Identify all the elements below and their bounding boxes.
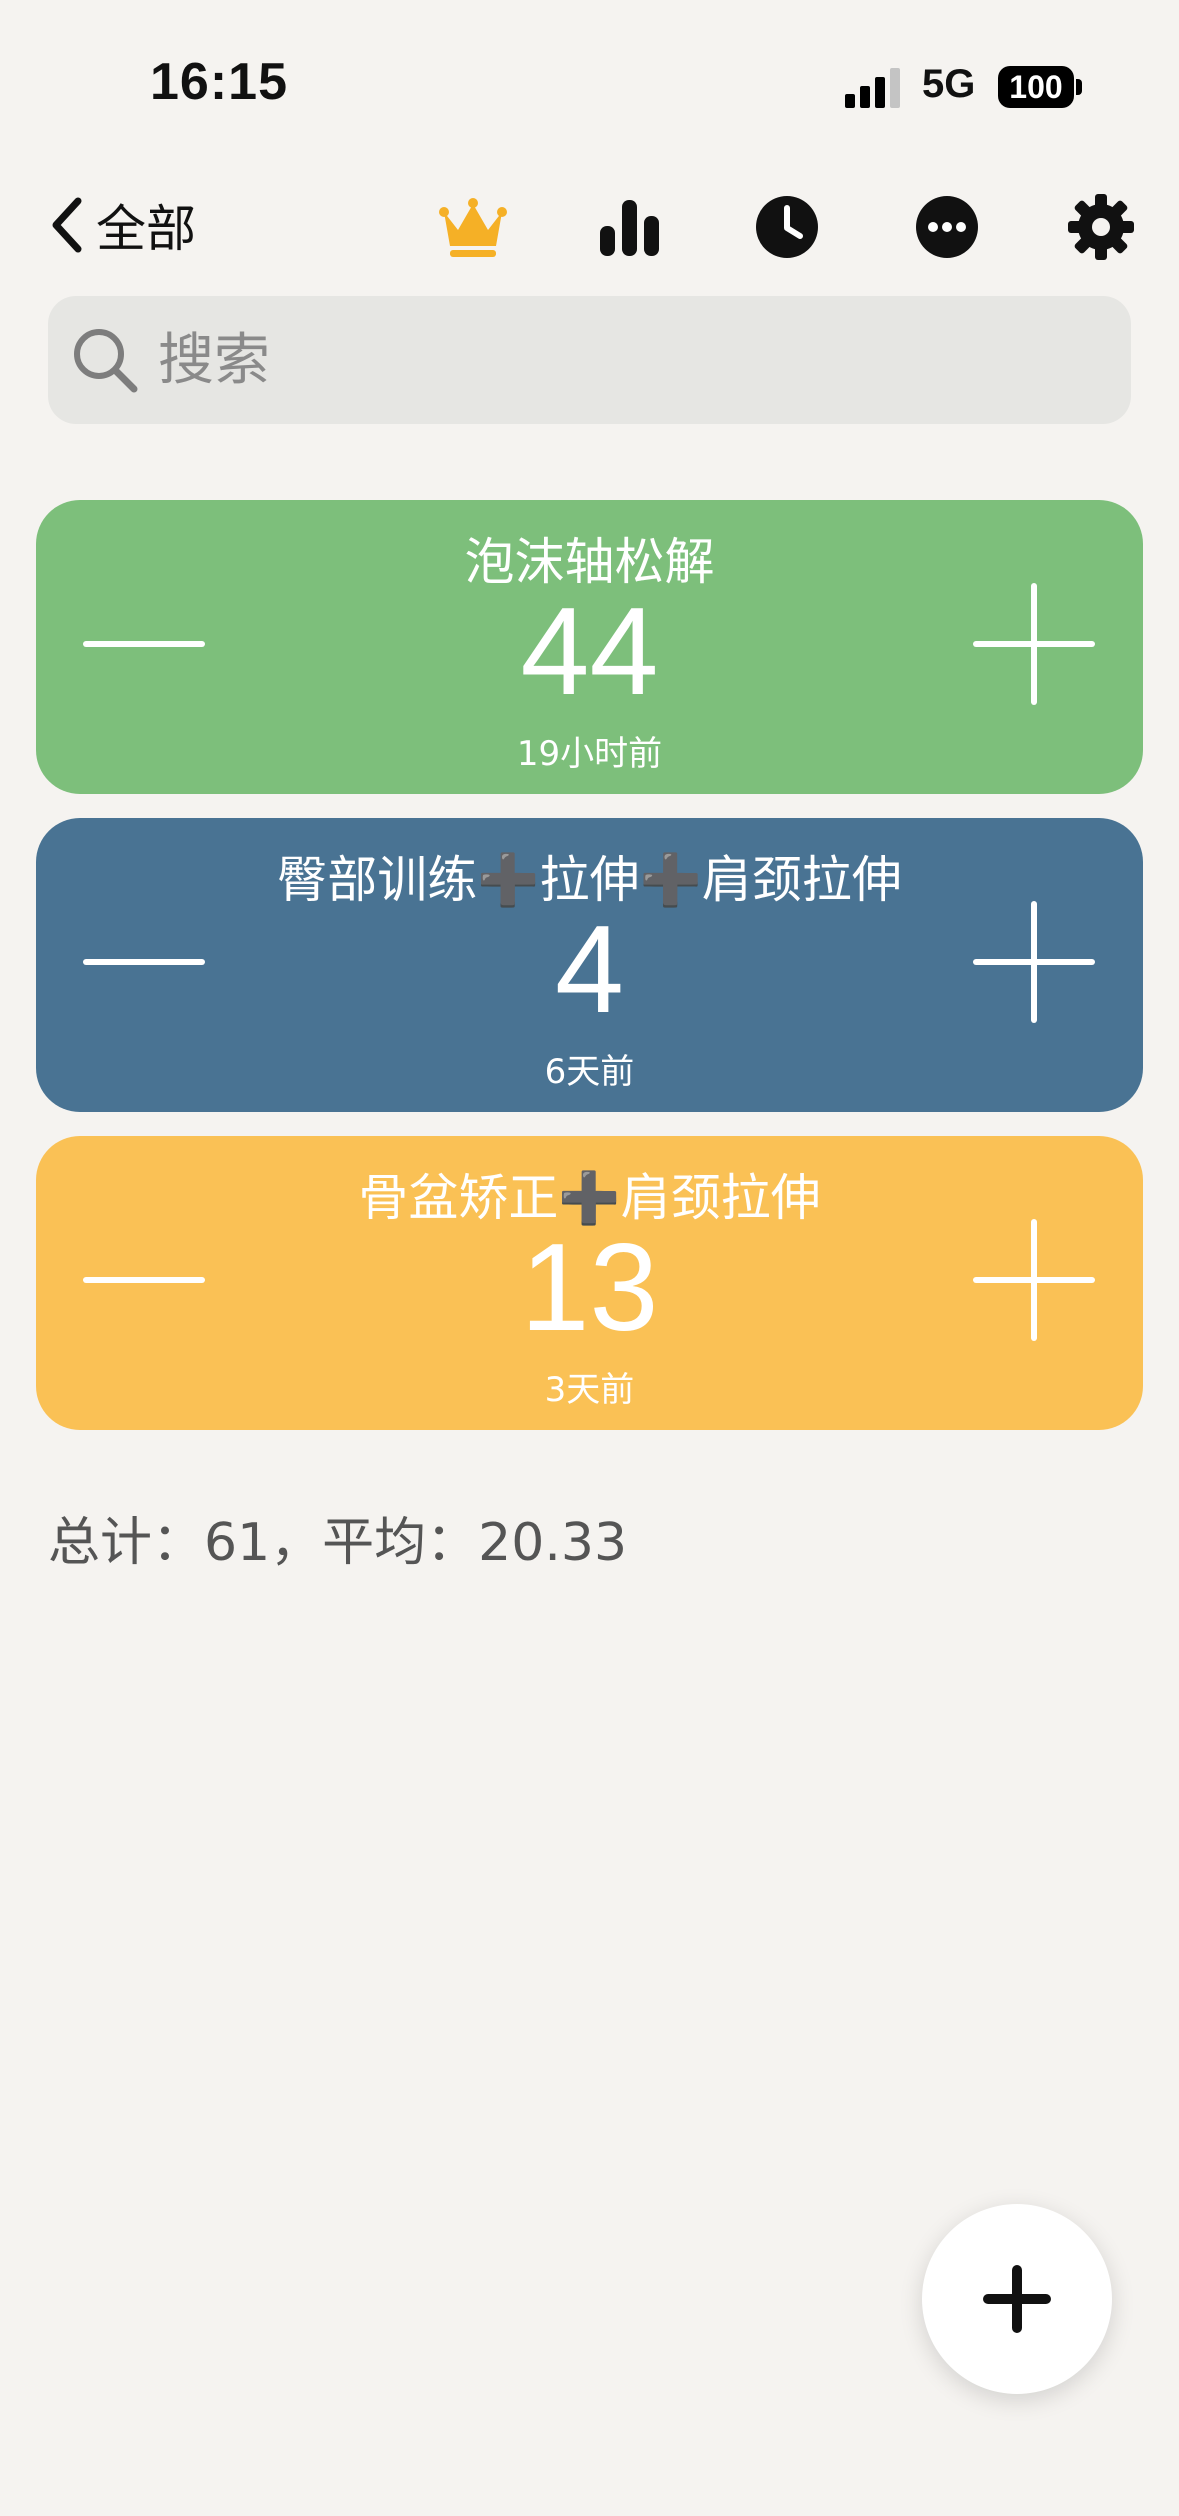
counter-last-updated: 19小时前 — [516, 734, 663, 774]
increment-button[interactable] — [972, 1218, 1096, 1342]
status-bar: 16:15 5G 100 — [0, 0, 1179, 170]
clock-icon[interactable] — [752, 192, 822, 262]
counter-card[interactable]: 泡沫轴松解 44 19小时前 — [36, 500, 1143, 794]
counter-last-updated: 3天前 — [544, 1370, 635, 1410]
status-time: 16:15 — [150, 53, 288, 111]
battery-icon: 100 — [998, 66, 1082, 108]
crown-icon[interactable] — [438, 192, 508, 262]
add-counter-button[interactable] — [922, 2204, 1112, 2394]
chevron-left-icon — [52, 197, 82, 253]
plus-icon — [973, 901, 1095, 1023]
bar-chart-icon[interactable] — [594, 192, 664, 262]
search-bar[interactable] — [48, 296, 1131, 424]
battery-level: 100 — [998, 66, 1074, 108]
app-screen: 16:15 5G 100 全部 搜索 泡沫轴松解 44 19小时前 臀部训练➕拉… — [0, 0, 1179, 2516]
back-label: 全部 — [96, 200, 196, 258]
counter-card[interactable]: 骨盆矫正➕肩颈拉伸 13 3天前 — [36, 1136, 1143, 1430]
search-input[interactable] — [158, 327, 1058, 393]
search-icon — [74, 329, 138, 393]
more-icon[interactable] — [912, 192, 982, 262]
counter-card[interactable]: 臀部训练➕拉伸➕肩颈拉伸 4 6天前 — [36, 818, 1143, 1112]
summary-text: 总计：61，平均：20.33 — [48, 1513, 628, 1573]
plus-icon — [973, 1219, 1095, 1341]
battery-tip — [1076, 79, 1082, 95]
network-label: 5G — [922, 62, 976, 106]
increment-button[interactable] — [972, 582, 1096, 706]
plus-icon — [973, 583, 1095, 705]
plus-icon — [983, 2265, 1051, 2333]
counter-last-updated: 6天前 — [544, 1052, 635, 1092]
gear-icon[interactable] — [1066, 192, 1136, 262]
signal-icon — [845, 68, 900, 108]
nav-bar: 全部 — [0, 180, 1179, 270]
increment-button[interactable] — [972, 900, 1096, 1024]
back-button[interactable]: 全部 — [48, 190, 196, 260]
